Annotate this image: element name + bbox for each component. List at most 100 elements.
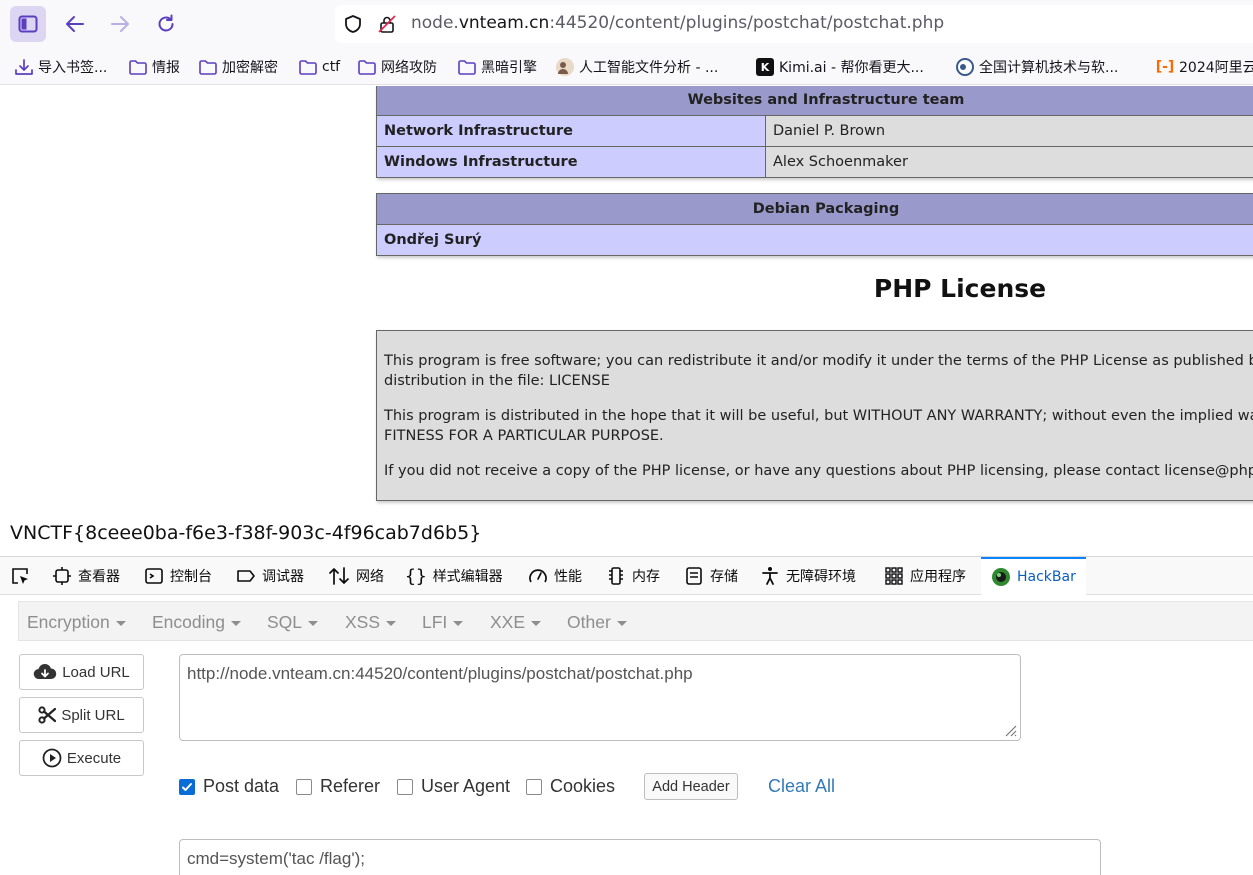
menu-xss[interactable]: XSS: [345, 612, 397, 633]
bookmark-label: 2024阿里云: [1179, 60, 1253, 76]
menu-other[interactable]: Other: [567, 612, 627, 633]
seal-favicon-icon: [956, 58, 974, 76]
forward-button[interactable]: [102, 6, 138, 42]
tracking-shield-icon[interactable]: [343, 14, 363, 34]
menu-label: Encoding: [152, 612, 225, 632]
caret-down-icon: [453, 620, 464, 626]
folder-icon: [458, 60, 476, 75]
bookmark-aliyun[interactable]: [-] 2024阿里云: [1156, 56, 1253, 78]
url-text[interactable]: node.vnteam.cn:44520/content/plugins/pos…: [411, 13, 944, 33]
table-row: Ondřej Surý: [376, 224, 1253, 256]
url-textarea-value: http://node.vnteam.cn:44520/content/plug…: [187, 664, 693, 683]
license-paragraph: This program is free software; you can r…: [384, 351, 1253, 391]
browser-chrome: node.vnteam.cn:44520/content/plugins/pos…: [0, 0, 1253, 85]
element-picker-button[interactable]: [10, 557, 36, 595]
bookmark-ai-file-analysis[interactable]: 人工智能文件分析 - ...: [556, 56, 718, 78]
sidebar-icon: [18, 15, 38, 33]
post-data-textarea[interactable]: cmd=system('tac /flag');: [179, 839, 1101, 875]
tab-inspector[interactable]: 查看器: [52, 557, 120, 595]
caret-down-icon: [115, 620, 126, 626]
menu-xxe[interactable]: XXE: [490, 612, 542, 633]
scissors-icon: [38, 706, 57, 724]
folder-icon: [299, 60, 317, 75]
bookmark-label: ctf: [322, 59, 341, 75]
tab-memory[interactable]: 内存: [606, 557, 660, 595]
tab-network[interactable]: 网络: [328, 557, 384, 595]
referer-checkbox[interactable]: Referer: [296, 776, 380, 797]
application-icon: [885, 567, 903, 585]
user-agent-checkbox[interactable]: User Agent: [397, 776, 510, 797]
bookmark-folder-network-attack[interactable]: 网络攻防: [357, 56, 437, 78]
console-icon: [145, 568, 163, 584]
bookmark-folder-qingbao[interactable]: 情报: [128, 56, 180, 78]
tab-label: 应用程序: [910, 569, 966, 585]
table-header: Websites and Infrastructure team: [376, 86, 1253, 116]
play-circle-icon: [42, 748, 62, 768]
execute-button[interactable]: Execute: [19, 740, 144, 776]
hackbar-menu: Encryption Encoding SQL XSS LFI XXE Othe…: [18, 601, 1253, 641]
load-url-button[interactable]: Load URL: [19, 654, 144, 690]
checkbox-unchecked-icon: [526, 778, 542, 795]
menu-lfi[interactable]: LFI: [422, 612, 464, 633]
tab-label: 查看器: [78, 569, 120, 585]
reload-button[interactable]: [148, 6, 184, 42]
tab-label: 存储: [710, 569, 738, 585]
tab-console[interactable]: 控制台: [144, 557, 212, 595]
clear-all-link[interactable]: Clear All: [768, 776, 835, 797]
url-textarea[interactable]: http://node.vnteam.cn:44520/content/plug…: [179, 654, 1021, 741]
kimi-favicon-icon: K: [756, 58, 774, 76]
caret-down-icon: [616, 620, 627, 626]
memory-icon: [609, 567, 623, 585]
button-label: Split URL: [61, 706, 125, 724]
caret-down-icon: [230, 620, 241, 626]
tab-style-editor[interactable]: {} 样式编辑器: [405, 557, 503, 595]
tab-debugger[interactable]: 调试器: [236, 557, 304, 595]
storage-icon: [686, 567, 702, 585]
bookmarks-toolbar: 导入书签... 情报 加密解密 ctf 网络攻防 黑暗引擎 人工智能文件分析 -…: [0, 52, 1253, 82]
menu-sql[interactable]: SQL: [267, 612, 319, 633]
checkbox-label: User Agent: [421, 776, 511, 796]
url-path: :44520/content/plugins/postchat/postchat…: [549, 13, 945, 33]
back-button[interactable]: [57, 6, 93, 42]
element-picker-icon: [12, 568, 28, 584]
tab-accessibility[interactable]: 无障碍环境: [760, 557, 856, 595]
license-line: This program is distributed in the hope …: [384, 408, 1253, 424]
bookmark-kimi[interactable]: K Kimi.ai - 帮你看更大...: [756, 56, 924, 78]
tab-performance[interactable]: 性能: [528, 557, 582, 595]
bookmark-label: Kimi.ai - 帮你看更大...: [779, 60, 924, 76]
bookmark-folder-dark-engine[interactable]: 黑暗引擎: [457, 56, 537, 78]
checkbox-unchecked-icon: [397, 778, 413, 795]
table-key: Network Infrastructure: [376, 115, 766, 147]
post-data-checkbox[interactable]: Post data: [179, 776, 279, 797]
arrow-left-icon: [66, 16, 84, 32]
menu-label: Other: [567, 612, 611, 632]
url-domain: vnteam.cn: [458, 13, 550, 33]
tab-label: 无障碍环境: [786, 569, 856, 585]
license-line: distribution in the file: LICENSE: [384, 373, 610, 389]
bookmark-folder-ctf[interactable]: ctf: [298, 56, 340, 78]
add-header-button[interactable]: Add Header: [644, 773, 738, 800]
button-label: Load URL: [62, 663, 130, 681]
aliyun-favicon-icon: [-]: [1155, 59, 1175, 75]
tab-hackbar[interactable]: HackBar: [981, 557, 1086, 595]
split-url-button[interactable]: Split URL: [19, 697, 144, 733]
license-text-box: This program is free software; you can r…: [376, 330, 1253, 501]
address-bar[interactable]: node.vnteam.cn:44520/content/plugins/pos…: [335, 5, 1253, 43]
url-prefix: node.: [411, 13, 459, 33]
tab-storage[interactable]: 存储: [684, 557, 738, 595]
bookmark-import[interactable]: 导入书签...: [14, 56, 107, 78]
sidebar-toggle-button[interactable]: [10, 6, 46, 42]
license-heading: PHP License: [873, 274, 1047, 303]
bookmark-folder-crypto[interactable]: 加密解密: [198, 56, 278, 78]
menu-encoding[interactable]: Encoding: [152, 612, 241, 633]
hackbar-icon: [992, 568, 1010, 586]
insecure-lock-icon[interactable]: [377, 14, 397, 34]
cookies-checkbox[interactable]: Cookies: [526, 776, 615, 797]
reload-icon: [158, 14, 174, 32]
menu-label: XXE: [490, 612, 526, 632]
resize-grip-icon[interactable]: [1003, 723, 1017, 737]
menu-encryption[interactable]: Encryption: [27, 612, 126, 633]
bookmark-computer-tech[interactable]: 全国计算机技术与软...: [956, 56, 1118, 78]
network-icon: [329, 567, 349, 585]
tab-application[interactable]: 应用程序: [884, 557, 966, 595]
